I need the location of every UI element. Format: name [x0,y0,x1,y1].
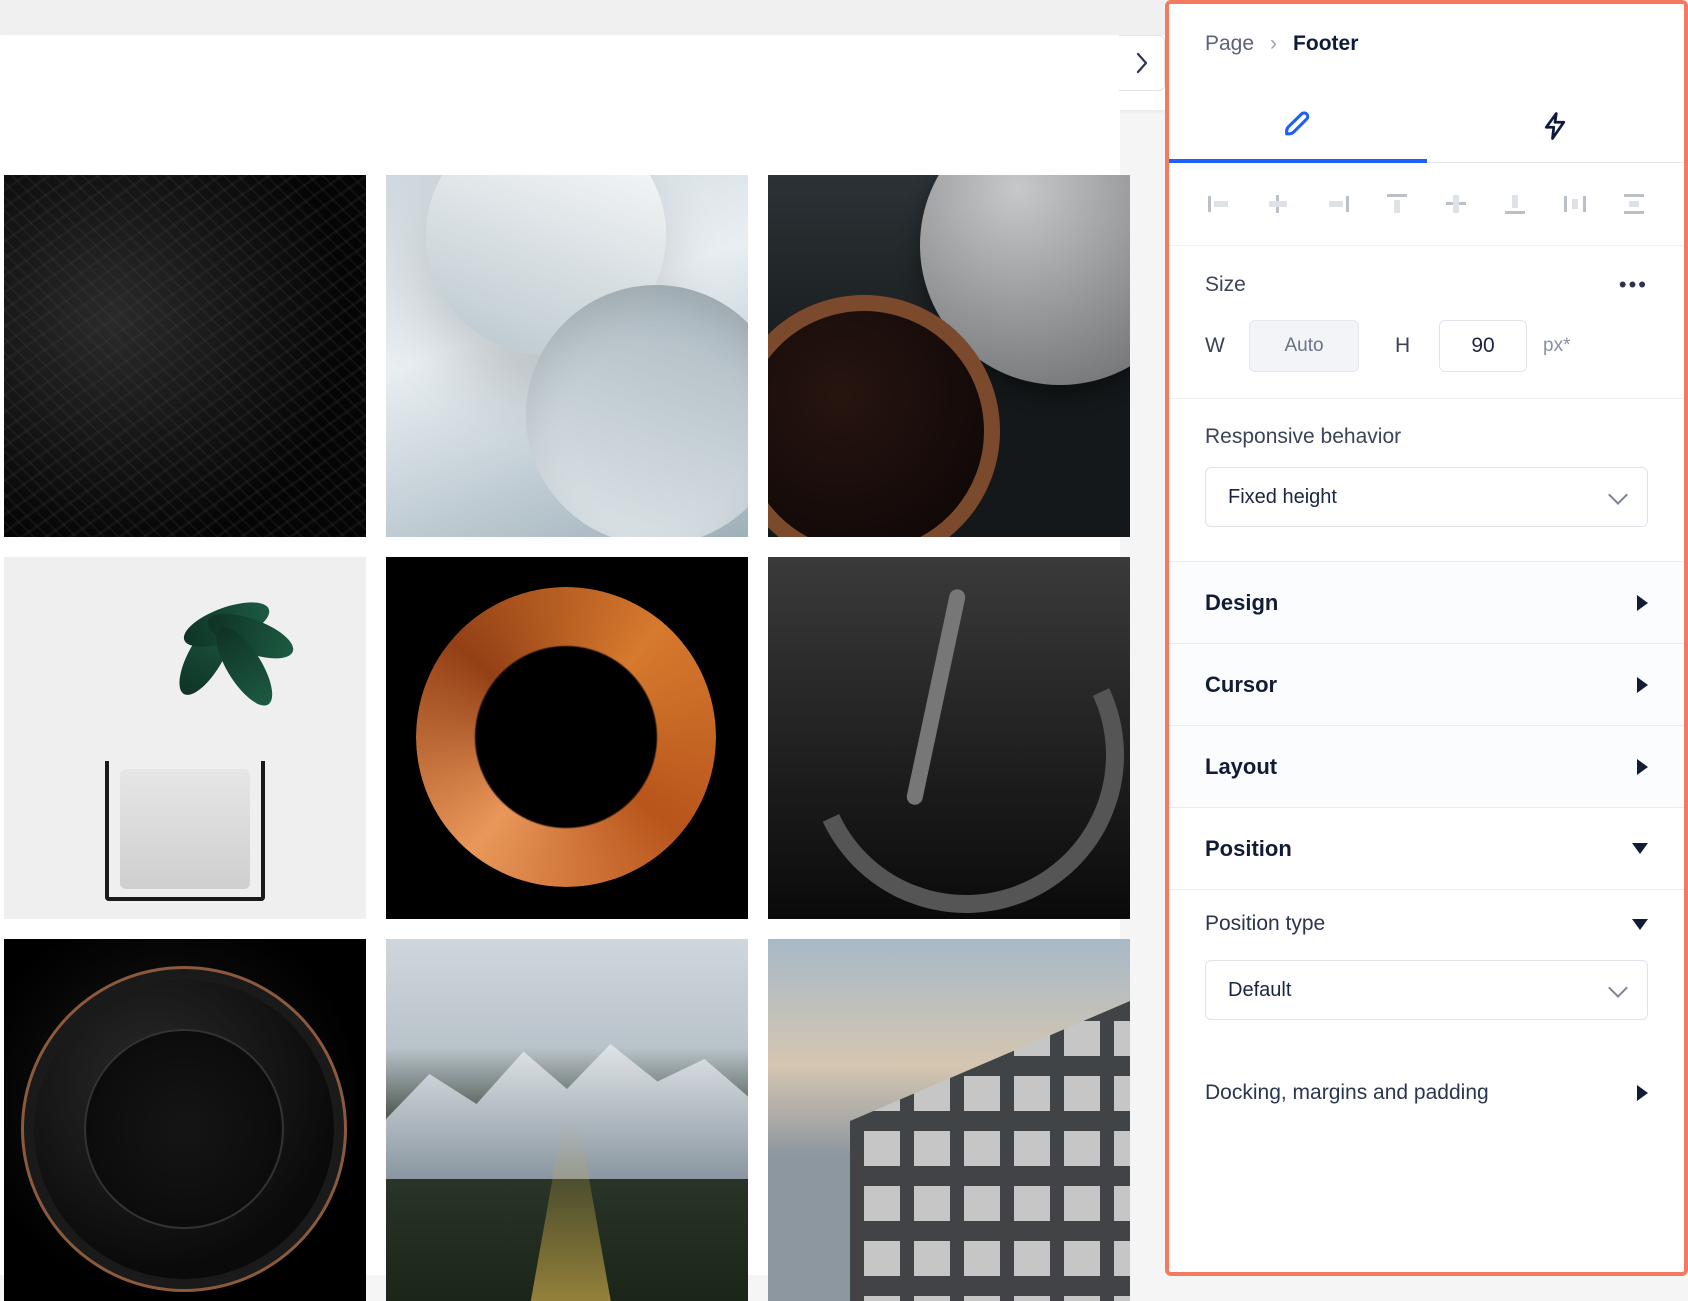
more-options-icon[interactable]: ••• [1619,272,1648,298]
triangle-right-icon [1637,1085,1648,1101]
accordion-design[interactable]: Design [1169,562,1684,644]
height-value: 90 [1471,334,1494,358]
grid-image[interactable] [4,175,366,537]
triangle-right-icon [1637,677,1648,693]
grid-image[interactable] [768,939,1130,1301]
size-title: Size [1205,273,1246,297]
responsive-label: Responsive behavior [1205,425,1648,449]
responsive-value: Fixed height [1228,486,1337,509]
accordion-docking[interactable]: Docking, margins and padding [1169,1058,1684,1128]
grid-image[interactable] [386,175,748,537]
breadcrumb-root[interactable]: Page [1205,32,1254,56]
canvas-area [0,35,1120,1275]
docking-label: Docking, margins and padding [1205,1081,1489,1105]
image-grid [0,175,1130,1301]
align-top-button[interactable] [1375,187,1419,221]
position-type-row[interactable]: Position type [1205,912,1648,936]
window-top-strip [0,0,1165,35]
width-value: Auto [1284,335,1323,357]
grid-image[interactable] [4,939,366,1301]
responsive-section: Responsive behavior Fixed height [1169,399,1684,561]
accordion-label: Design [1205,590,1278,616]
align-right-button[interactable] [1316,187,1360,221]
align-center-h-button[interactable] [1256,187,1300,221]
grid-image[interactable] [386,557,748,919]
width-input[interactable]: Auto [1249,320,1359,372]
breadcrumb-current: Footer [1293,32,1358,56]
accordion-cursor[interactable]: Cursor [1169,644,1684,726]
grid-image[interactable] [768,175,1130,537]
tab-design[interactable] [1169,90,1427,162]
accordion-position[interactable]: Position [1169,808,1684,890]
panel-tabs [1169,90,1684,163]
panel-collapse-button[interactable] [1119,35,1165,91]
height-input[interactable]: 90 [1439,320,1527,372]
accordion-layout[interactable]: Layout [1169,726,1684,808]
height-label: H [1395,334,1425,358]
tab-interactions[interactable] [1427,90,1685,162]
inspector-panel: Page › Footer [1165,0,1688,1276]
width-label: W [1205,334,1235,358]
lightning-icon [1540,109,1570,143]
align-bottom-button[interactable] [1493,187,1537,221]
height-unit[interactable]: px* [1543,335,1570,357]
triangle-right-icon [1637,595,1648,611]
accordion-label: Layout [1205,754,1277,780]
distribute-h-button[interactable] [1553,187,1597,221]
chevron-down-icon [1608,485,1628,505]
align-left-button[interactable] [1197,187,1241,221]
triangle-down-icon [1632,843,1648,854]
accordion-label: Cursor [1205,672,1277,698]
chevron-down-icon [1608,978,1628,998]
distribute-v-button[interactable] [1612,187,1656,221]
position-body: Position type Default [1169,890,1684,1058]
size-section: Size ••• W Auto H 90 px* [1169,246,1684,398]
grid-image[interactable] [386,939,748,1301]
accordion-label: Position [1205,836,1292,862]
position-type-select[interactable]: Default [1205,960,1648,1020]
accordion: Design Cursor Layout Position Position t… [1169,561,1684,1128]
position-type-value: Default [1228,979,1291,1002]
grid-image[interactable] [4,557,366,919]
align-center-v-button[interactable] [1434,187,1478,221]
triangle-right-icon [1637,759,1648,775]
triangle-down-icon [1632,919,1648,930]
chevron-right-icon [1135,52,1149,74]
breadcrumb: Page › Footer [1169,4,1684,90]
position-type-label: Position type [1205,912,1325,936]
alignment-toolbar [1169,163,1684,246]
grid-image[interactable] [768,557,1130,919]
brush-icon [1281,109,1315,143]
chevron-right-icon: › [1270,32,1277,56]
responsive-select[interactable]: Fixed height [1205,467,1648,527]
